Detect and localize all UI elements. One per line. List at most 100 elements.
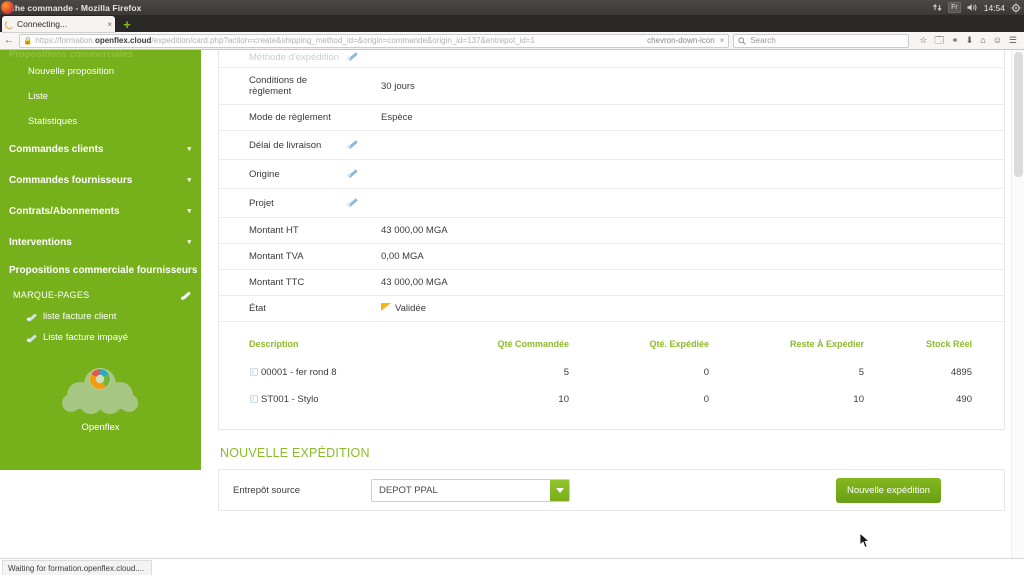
browser-tab[interactable]: Connecting... × (2, 16, 115, 32)
logo-text: Openflex (81, 422, 120, 433)
table-row: Conditions de règlement 30 jours (219, 67, 1004, 105)
sidebar-group-commandes-fournisseurs[interactable]: Commandes fournisseurs ▾ (0, 165, 201, 196)
browser-nav-bar: ← 🔒 https://formation.openflex.cloud/exp… (0, 32, 1024, 50)
scrollbar-thumb[interactable] (1014, 52, 1023, 177)
row-value (377, 188, 1004, 218)
tray-clock[interactable]: 14:54 (984, 3, 1005, 13)
row-label: Montant HT (219, 217, 347, 244)
row-value: 0,00 MGA (377, 243, 1004, 270)
chevron-down-icon[interactable] (550, 479, 569, 501)
url-bar[interactable]: 🔒 https://formation.openflex.cloud/exped… (19, 33, 730, 48)
warehouse-select[interactable]: DEPOT PPAL (371, 478, 570, 502)
star-icon[interactable]: ☆ (919, 36, 927, 45)
sidebar-group-contrats-abonnements[interactable]: Contrats/Abonnements ▾ (0, 196, 201, 227)
product-label[interactable]: 00001 - fer rond 8 (261, 367, 337, 378)
cell-description: ST001 - Stylo (219, 386, 394, 413)
keyboard-layout-indicator[interactable]: Fr (948, 2, 961, 13)
speaker-icon[interactable] (967, 3, 978, 12)
status-text: Validée (395, 303, 426, 314)
column-header-qte-expediee: Qté. Expédiée (649, 339, 709, 349)
section-title-nouvelle-expedition: NOUVELLE EXPÉDITION (220, 446, 370, 460)
sidebar-item-propositions-commerciale-fournisseurs[interactable]: Propositions commerciale fournisseurs (0, 258, 201, 284)
edit-cell[interactable] (347, 159, 377, 189)
product-lines-section: Description Qté Commandée Qté. Expédiée … (219, 322, 1004, 429)
row-value: 30 jours (377, 67, 1004, 105)
column-header-qte-commandee: Qté Commandée (497, 339, 569, 349)
pencil-icon[interactable] (347, 138, 358, 149)
chevron-down-icon: ▾ (187, 239, 191, 246)
chevron-down-icon: ▾ (187, 208, 191, 215)
pocket-icon[interactable]: 🗔 (934, 36, 944, 45)
sidebar-item-nouvelle-proposition[interactable]: Nouvelle proposition (0, 59, 201, 84)
download-icon[interactable]: ⬇ (966, 36, 974, 45)
cell-qte-commandee: 5 (563, 367, 569, 378)
pencil-icon (27, 312, 37, 322)
page-scrollbar[interactable]: ▲ (1011, 50, 1024, 576)
sidebar-item-liste[interactable]: Liste (0, 84, 201, 109)
bookmark-label: liste facture client (43, 311, 117, 322)
stop-icon[interactable]: × (719, 36, 726, 45)
sidebar-group-label: Interventions (9, 237, 72, 248)
edit-cell[interactable] (347, 188, 377, 218)
spinner-icon (5, 19, 14, 29)
close-icon[interactable]: × (107, 20, 112, 29)
table-row: ST001 - Stylo 10 0 10 490 (219, 386, 1004, 413)
home-icon[interactable]: ⌂ (980, 36, 985, 45)
sidebar-group-label: Commandes fournisseurs (9, 175, 133, 186)
pencil-icon[interactable] (347, 196, 358, 207)
sidebar-item-statistiques[interactable]: Statistiques (0, 109, 201, 134)
table-row: Méthode d'expédition (219, 50, 1004, 68)
flag-icon (381, 303, 392, 312)
system-tray: Fr 14:54 (933, 0, 1021, 15)
firefox-logo-icon (1, 1, 14, 14)
network-arrows-icon[interactable] (933, 3, 942, 12)
bookmark-item-liste-facture-impaye[interactable]: Liste facture impayé (0, 327, 201, 348)
column-header-reste-a-expedier: Reste À Expédier (789, 339, 864, 349)
product-label[interactable]: ST001 - Stylo (261, 394, 319, 405)
new-tab-button[interactable]: + (119, 16, 135, 32)
order-info-table: Méthode d'expédition Conditions de règle… (219, 50, 1004, 322)
package-icon (249, 367, 258, 376)
gear-icon[interactable] (1011, 2, 1021, 13)
new-shipment-form: Entrepôt source DEPOT PPAL Nouvelle expé… (218, 469, 1005, 511)
row-label: Méthode d'expédition (219, 50, 347, 68)
column-header-description: Description (249, 339, 299, 349)
main-content: Méthode d'expédition Conditions de règle… (201, 50, 1024, 576)
bookmarks-section-label: MARQUE-PAGES (13, 290, 90, 300)
edit-cell[interactable] (347, 130, 377, 160)
cell-reste-a-expedier: 10 (853, 394, 864, 405)
bookmark-item-liste-facture-client[interactable]: liste facture client (0, 306, 201, 327)
sidebar-group-label: Commandes clients (9, 144, 104, 155)
pencil-icon[interactable] (181, 290, 191, 300)
row-value: Espèce (377, 104, 1004, 131)
bookmark-label: Liste facture impayé (43, 332, 129, 343)
row-value (377, 159, 1004, 189)
new-shipment-button[interactable]: Nouvelle expédition (836, 477, 941, 503)
sidebar-group-commandes-clients[interactable]: Commandes clients ▾ (0, 134, 201, 165)
sidebar: Propositions commerciales Nouvelle propo… (0, 50, 201, 470)
mask-icon[interactable]: ⚭ (951, 36, 959, 45)
edit-cell (347, 217, 377, 244)
sidebar-group-interventions[interactable]: Interventions ▾ (0, 227, 201, 258)
pencil-icon[interactable] (347, 50, 358, 61)
cell-stock-reel: 4895 (950, 367, 972, 378)
sidebar-bookmarks-header: MARQUE-PAGES (0, 284, 201, 306)
status-badge: Validée (377, 295, 1004, 322)
edit-cell[interactable] (347, 50, 377, 68)
cell-qte-expediee: 0 (703, 367, 709, 378)
warehouse-label: Entrepôt source (233, 484, 301, 496)
chat-icon[interactable]: ☺ (993, 36, 1002, 45)
back-arrow-icon[interactable]: ← (3, 35, 15, 46)
row-label: Montant TTC (219, 269, 347, 296)
pencil-icon (27, 333, 37, 343)
chevron-down-icon[interactable]: chevron-down-icon (646, 36, 716, 45)
cell-qte-expediee: 0 (703, 394, 709, 405)
menu-icon[interactable]: ☰ (1009, 36, 1017, 45)
edit-cell (347, 67, 377, 105)
pencil-icon[interactable] (347, 167, 358, 178)
search-bar[interactable]: Search (733, 33, 910, 48)
plus-icon: + (123, 16, 131, 32)
lock-icon: 🔒 (23, 36, 33, 45)
table-row: Mode de règlement Espèce (219, 104, 1004, 131)
row-label: État (219, 295, 347, 322)
